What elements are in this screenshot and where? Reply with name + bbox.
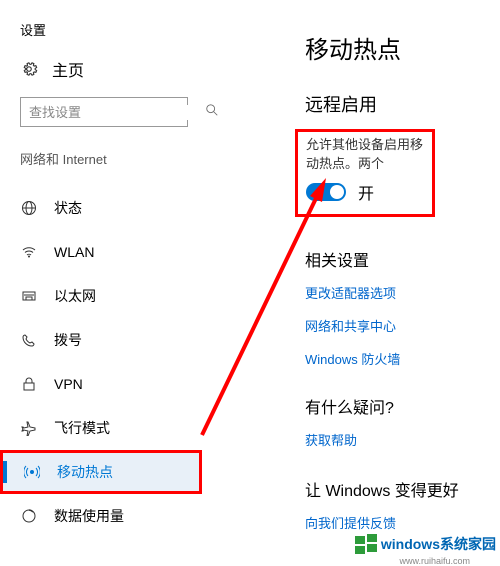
ethernet-icon [20,287,38,305]
watermark-text: windows系统家园 [381,534,496,554]
watermark: windows系统家园 [355,534,496,554]
nav-vpn[interactable]: VPN [20,362,200,406]
nav-hotspot[interactable]: 移动热点 [0,450,202,494]
link-get-help[interactable]: 获取帮助 [305,430,495,449]
home-link[interactable]: 主页 [20,57,200,81]
globe-icon [20,199,38,217]
nav-datausage[interactable]: 数据使用量 [20,494,200,538]
remote-enable-heading: 远程启用 [305,91,495,117]
airplane-icon [20,419,38,437]
nav-label: 以太网 [54,286,96,306]
home-label: 主页 [52,57,84,81]
watermark-sub: www.ruihaifu.com [399,556,470,566]
nav-label: WLAN [54,244,94,260]
window-title: 设置 [20,20,200,39]
hotspot-icon [23,463,41,481]
nav-label: 飞行模式 [54,418,110,438]
link-feedback[interactable]: 向我们提供反馈 [305,513,495,532]
search-icon [205,103,219,122]
settings-left-panel: 设置 主页 网络和 Internet 状态 WLAN 以太网 [0,0,200,560]
settings-right-panel: 移动热点 远程启用 允许其他设备启用移动热点。两个 开 相关设置 更改适配器选项… [305,30,495,546]
vpn-icon [20,375,38,393]
gear-icon [20,60,38,78]
search-input-container[interactable] [20,97,188,127]
nav-dialup[interactable]: 拨号 [20,318,200,362]
nav-wlan[interactable]: WLAN [20,230,200,274]
wifi-icon [20,243,38,261]
link-windows-firewall[interactable]: Windows 防火墙 [305,349,495,368]
nav-status[interactable]: 状态 [20,186,200,230]
search-input[interactable] [29,105,205,120]
link-adapter-options[interactable]: 更改适配器选项 [305,283,495,302]
question-heading: 有什么疑问? [305,394,495,418]
link-network-sharing[interactable]: 网络和共享中心 [305,316,495,335]
nav-label: VPN [54,376,83,392]
section-label: 网络和 Internet [20,149,200,168]
toggle-switch-icon [306,183,346,201]
data-usage-icon [20,507,38,525]
toggle-highlight-box: 允许其他设备启用移动热点。两个 开 [295,129,435,217]
toggle-state-label: 开 [358,180,374,204]
nav-label: 状态 [54,198,82,218]
nav-label: 数据使用量 [54,506,124,526]
nav-airplane[interactable]: 飞行模式 [20,406,200,450]
toggle-description: 允许其他设备启用移动热点。两个 [306,134,424,172]
watermark-logo-icon [355,534,379,554]
page-heading: 移动热点 [305,30,495,65]
related-heading: 相关设置 [305,247,495,271]
remote-enable-toggle[interactable]: 开 [306,180,424,204]
phone-icon [20,331,38,349]
nav-label: 移动热点 [57,462,113,482]
nav-label: 拨号 [54,330,82,350]
better-heading: 让 Windows 变得更好 [305,477,495,501]
nav-ethernet[interactable]: 以太网 [20,274,200,318]
